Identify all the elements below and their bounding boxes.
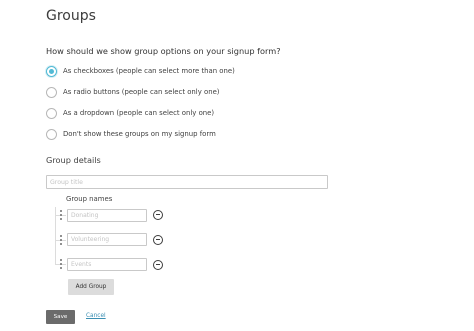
drag-handle-icon[interactable] bbox=[60, 259, 64, 269]
radio-dropdown[interactable] bbox=[46, 107, 57, 119]
radio-radio-buttons[interactable] bbox=[46, 86, 57, 98]
option-label: As a dropdown (people can select only on… bbox=[63, 109, 215, 117]
drag-handle-icon[interactable] bbox=[60, 210, 64, 220]
drag-handle-icon[interactable] bbox=[60, 235, 64, 245]
option-label: As radio buttons (people can select only… bbox=[63, 88, 220, 96]
group-name-input[interactable] bbox=[67, 233, 147, 246]
option-checkboxes[interactable]: As checkboxes (people can select more th… bbox=[46, 64, 235, 78]
group-names-label: Group names bbox=[66, 195, 113, 203]
option-radio-buttons[interactable]: As radio buttons (people can select only… bbox=[46, 85, 220, 99]
remove-circle-icon[interactable] bbox=[153, 235, 163, 245]
cancel-link[interactable]: Cancel bbox=[86, 313, 106, 319]
option-label: Don't show these groups on my signup for… bbox=[63, 130, 216, 138]
group-name-input[interactable] bbox=[67, 209, 147, 222]
option-dropdown[interactable]: As a dropdown (people can select only on… bbox=[46, 106, 214, 120]
remove-circle-icon[interactable] bbox=[153, 210, 163, 220]
group-details-heading: Group details bbox=[46, 155, 101, 165]
option-dont-show[interactable]: Don't show these groups on my signup for… bbox=[46, 127, 216, 141]
remove-circle-icon[interactable] bbox=[153, 260, 163, 270]
display-question: How should we show group options on your… bbox=[46, 46, 281, 56]
radio-checkboxes[interactable] bbox=[46, 65, 57, 77]
option-label: As checkboxes (people can select more th… bbox=[63, 67, 235, 75]
save-button[interactable]: Save bbox=[46, 310, 75, 324]
group-title-input[interactable] bbox=[46, 175, 328, 189]
add-group-button[interactable]: Add Group bbox=[68, 279, 114, 295]
page-title: Groups bbox=[46, 8, 96, 24]
group-name-input[interactable] bbox=[67, 258, 147, 271]
radio-dont-show[interactable] bbox=[46, 128, 57, 140]
